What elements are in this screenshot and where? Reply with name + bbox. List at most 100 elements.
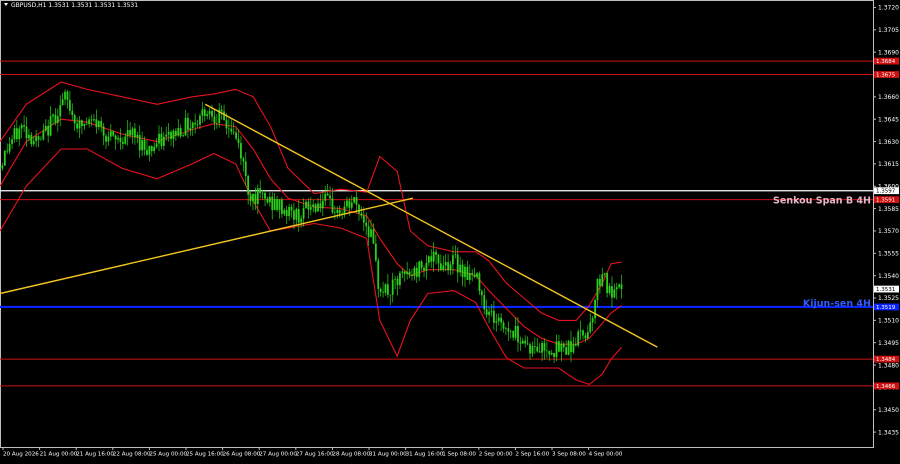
- level-badge-3: 1.3591: [876, 198, 895, 204]
- candle-body: [230, 128, 233, 132]
- candle-body: [485, 309, 488, 315]
- candle-body: [61, 99, 64, 106]
- x-tick-label: 28 Aug 08:00: [332, 452, 370, 458]
- candle-body: [411, 274, 413, 277]
- candle-body: [415, 267, 418, 277]
- candle-body: [247, 175, 250, 195]
- candle-body: [126, 130, 129, 137]
- candle-body: [471, 272, 474, 275]
- candle-body: [182, 135, 184, 137]
- candle-body: [606, 273, 609, 294]
- x-tick-label: 2 Sep 00:00: [479, 452, 513, 458]
- price-chart[interactable]: 1.3720 1.3705 1.3690 1.3675 1.3660 1.3645 1.36…: [0, 0, 900, 460]
- candle-body: [102, 126, 105, 136]
- candle-body: [290, 206, 293, 211]
- candle-body: [586, 331, 589, 339]
- candle-body: [283, 210, 286, 214]
- candle-body: [533, 346, 536, 347]
- candle-body: [517, 326, 519, 343]
- chart-window[interactable]: 1.3720 1.3705 1.3690 1.3675 1.3660 1.3645 1.36…: [0, 0, 900, 460]
- candle-body: [162, 136, 165, 146]
- candle-body: [206, 114, 209, 116]
- candle-body: [447, 262, 450, 271]
- candle-body: [13, 128, 16, 140]
- candle-body: [502, 322, 505, 329]
- candle-body: [138, 135, 141, 151]
- candle-body: [307, 201, 310, 210]
- candle-body: [562, 343, 565, 348]
- chart-background: [0, 0, 900, 460]
- candle-body: [512, 331, 515, 338]
- candle-body: [608, 286, 611, 294]
- candle-body: [8, 143, 11, 152]
- candle-body: [271, 196, 274, 211]
- candle-body: [613, 289, 616, 298]
- candle-body: [264, 192, 266, 199]
- candle-body: [336, 209, 339, 213]
- candle-body: [468, 272, 471, 280]
- last-price-badge: 1.3531: [876, 287, 895, 293]
- candle-body: [329, 195, 331, 199]
- candle-body: [444, 262, 447, 266]
- candle-body: [536, 346, 539, 352]
- y-tick-label: 1.3480: [878, 362, 899, 369]
- candle-body: [215, 122, 218, 124]
- candle-body: [418, 261, 421, 277]
- candle-body: [252, 193, 254, 202]
- candle-body: [177, 128, 180, 136]
- candle-body: [259, 188, 262, 194]
- candle-body: [427, 256, 430, 263]
- candle-body: [37, 136, 40, 140]
- candle-body: [83, 123, 86, 126]
- y-tick-label: 1.3690: [878, 49, 899, 56]
- candle-body: [374, 243, 377, 261]
- level-badge-1: 1.3675: [876, 73, 896, 79]
- candle-body: [44, 125, 47, 131]
- candle-body: [488, 311, 490, 315]
- candle-body: [326, 193, 329, 196]
- candle-body: [23, 125, 25, 127]
- candle-body: [524, 340, 527, 344]
- candle-body: [594, 300, 596, 319]
- candle-body: [541, 342, 543, 353]
- candle-body: [365, 222, 368, 227]
- candle-body: [256, 188, 259, 204]
- candle-body: [526, 343, 529, 345]
- candle-body: [399, 272, 401, 286]
- candle-body: [372, 229, 375, 244]
- candle-body: [615, 287, 618, 290]
- candle-body: [124, 136, 127, 144]
- candle-body: [514, 326, 517, 338]
- candle-body: [30, 134, 33, 145]
- candle-body: [141, 139, 144, 151]
- candle-body: [567, 341, 570, 355]
- x-tick-label: 26 Aug 08:00: [223, 452, 261, 458]
- candle-body: [543, 342, 546, 351]
- x-tick-label: 3 Sep 08:00: [552, 452, 586, 458]
- candle-body: [196, 124, 199, 125]
- candle-body: [456, 254, 459, 273]
- candle-body: [297, 209, 300, 223]
- candle-body: [194, 122, 197, 125]
- candle-body: [348, 200, 351, 208]
- candle-body: [449, 264, 452, 271]
- candle-body: [529, 344, 531, 354]
- candle-body: [596, 279, 599, 301]
- x-tick-label: 22 Aug 08:00: [113, 452, 151, 458]
- x-tick-label: 20 Aug 2026: [3, 452, 39, 458]
- candle-body: [189, 128, 192, 130]
- candle-body: [558, 341, 560, 352]
- candle-body: [280, 199, 283, 214]
- candle-body: [109, 131, 112, 137]
- candle-body: [249, 194, 252, 202]
- candle-body: [201, 109, 204, 116]
- candle-body: [574, 344, 577, 346]
- candle-body: [394, 278, 397, 280]
- y-tick-label: 1.3495: [878, 340, 899, 347]
- candle-body: [382, 291, 384, 293]
- candle-body: [401, 271, 404, 273]
- x-tick-label: 21 Aug 16:00: [76, 452, 114, 458]
- candle-body: [360, 213, 363, 216]
- candle-body: [254, 193, 257, 204]
- candle-body: [11, 139, 13, 144]
